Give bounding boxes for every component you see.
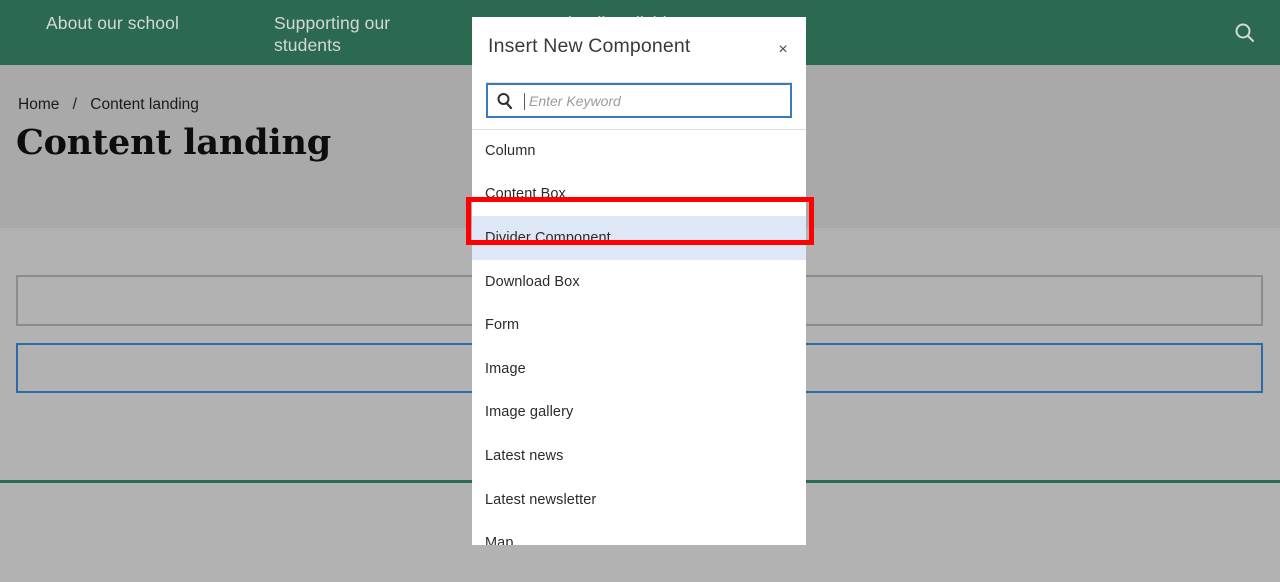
nav-item-about-our-school[interactable]: About our school	[46, 12, 246, 34]
list-item[interactable]: Form	[472, 303, 806, 347]
keyword-search-field[interactable]	[486, 83, 792, 118]
breadcrumb-separator: /	[72, 96, 77, 113]
list-item[interactable]: Map	[472, 521, 806, 545]
page-root: About our school Supporting our students…	[0, 0, 1280, 582]
search-icon[interactable]	[1232, 20, 1258, 46]
search-input[interactable]	[527, 85, 785, 116]
component-list[interactable]: Column Content Box Divider Component Dow…	[472, 129, 806, 545]
list-item[interactable]: Content Box	[472, 173, 806, 217]
list-item[interactable]: Image gallery	[472, 391, 806, 435]
close-icon[interactable]: ×	[772, 39, 794, 61]
dialog-title: Insert New Component	[488, 35, 691, 57]
insert-new-component-dialog: Insert New Component × Column Content Bo…	[472, 17, 806, 545]
search-icon	[496, 92, 514, 110]
text-cursor	[524, 93, 525, 110]
list-item[interactable]: Latest news	[472, 434, 806, 478]
breadcrumb-home[interactable]: Home	[18, 96, 59, 113]
nav-item-supporting-our-students[interactable]: Supporting our students	[274, 12, 424, 56]
list-item[interactable]: Image	[472, 347, 806, 391]
list-item[interactable]: Latest newsletter	[472, 478, 806, 522]
breadcrumb-current: Content landing	[90, 96, 199, 113]
list-item[interactable]: Column	[472, 129, 806, 173]
breadcrumb: Home / Content landing	[18, 96, 199, 114]
list-item[interactable]: Download Box	[472, 260, 806, 304]
list-item-divider-component[interactable]: Divider Component	[472, 216, 806, 260]
page-title: Content landing	[16, 122, 331, 163]
